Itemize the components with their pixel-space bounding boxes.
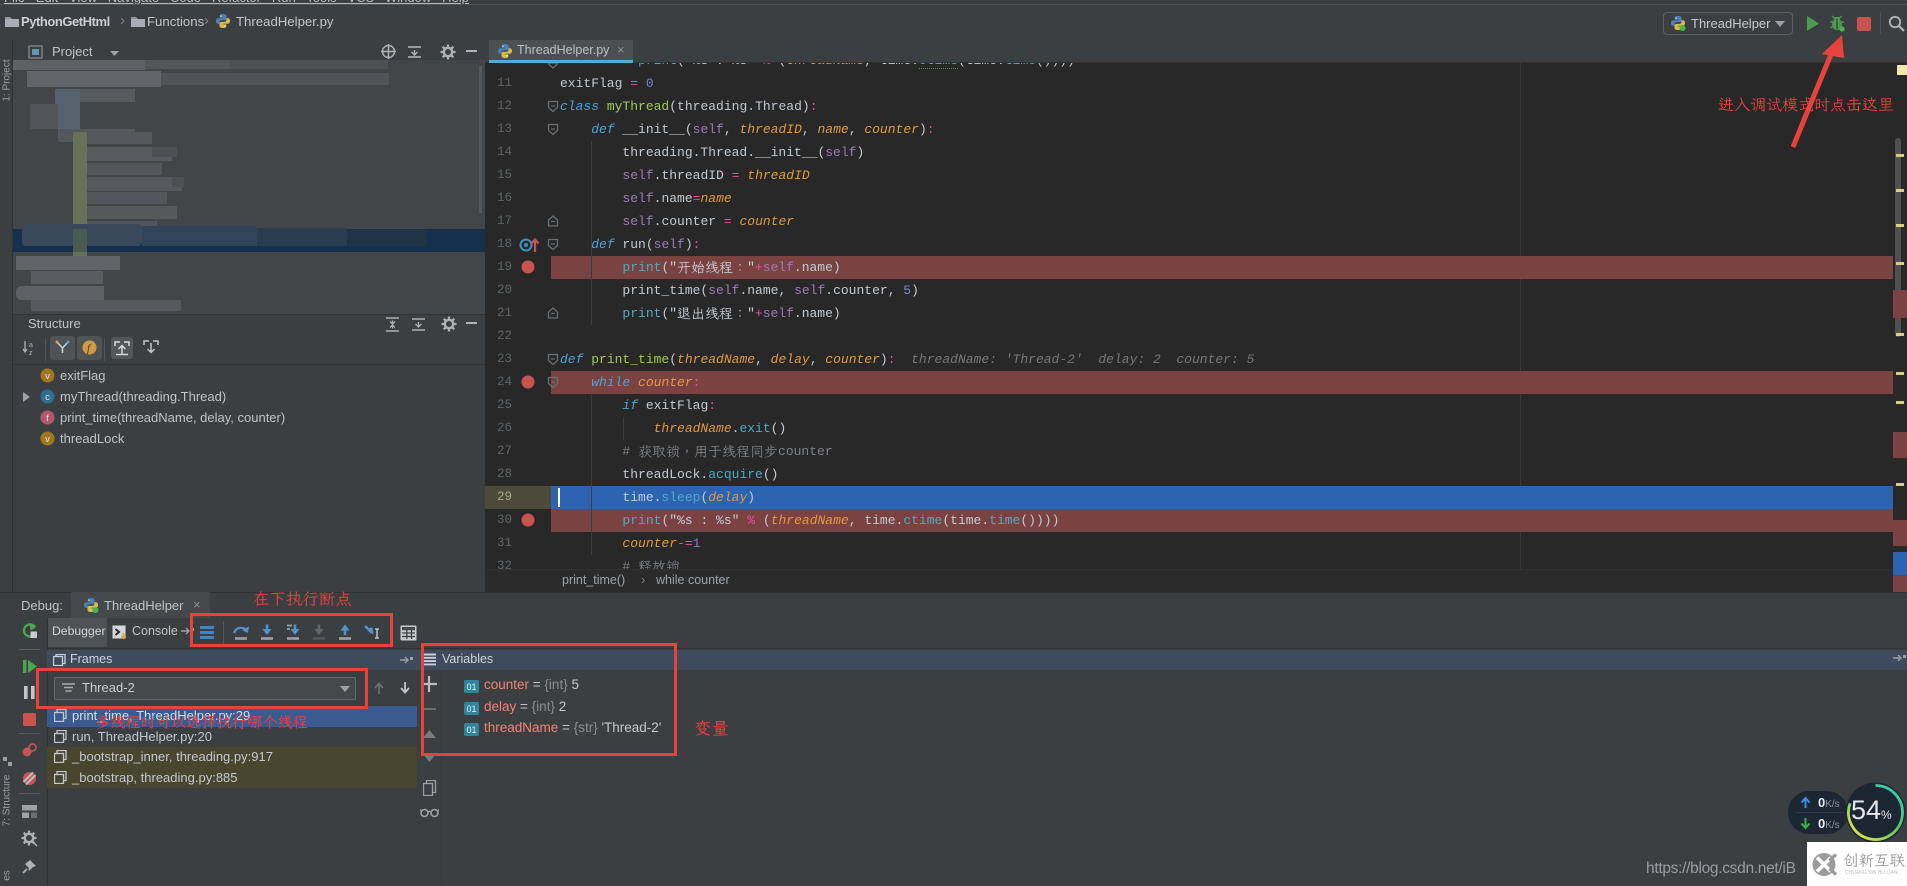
svg-text:c: c [45,392,50,403]
svg-text:v: v [45,434,50,445]
svg-text:v: v [45,371,50,382]
svg-text:a: a [29,342,33,349]
svg-text:z: z [29,350,33,356]
svg-text:f: f [46,413,49,424]
